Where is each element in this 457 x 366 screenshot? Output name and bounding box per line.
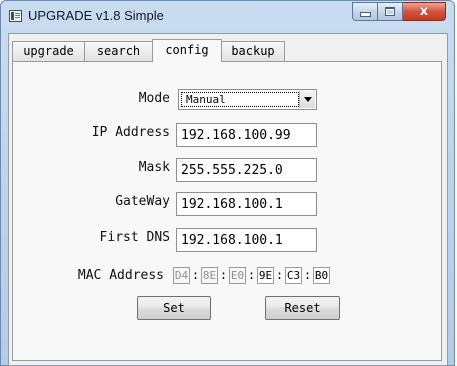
ip-address-label: IP Address bbox=[91, 125, 170, 140]
mac-octet-1: D4 bbox=[173, 267, 190, 284]
ip-address-input[interactable] bbox=[176, 123, 317, 147]
client-area: upgrade search config backup Mode Manual… bbox=[8, 33, 448, 366]
tab-config[interactable]: config bbox=[152, 39, 222, 62]
app-window: UPGRADE v1.8 Simple x upgrade search con… bbox=[0, 0, 455, 366]
reset-button[interactable]: Reset bbox=[265, 296, 340, 320]
mac-separator: : bbox=[275, 268, 284, 282]
close-button[interactable]: x bbox=[403, 2, 446, 21]
tab-backup[interactable]: backup bbox=[221, 41, 285, 61]
tab-upgrade[interactable]: upgrade bbox=[12, 41, 85, 61]
tab-search[interactable]: search bbox=[84, 41, 153, 61]
mac-address-fields: D4 : 8E : E0 : 9E : C3 : B0 bbox=[173, 267, 343, 284]
mask-input[interactable] bbox=[176, 158, 317, 182]
mac-octet-6[interactable]: B0 bbox=[313, 267, 330, 284]
mac-octet-3: E0 bbox=[229, 267, 246, 284]
mode-select[interactable]: Manual bbox=[178, 89, 317, 110]
mode-label: Mode bbox=[138, 91, 170, 106]
mac-separator: : bbox=[219, 268, 228, 282]
mac-separator: : bbox=[247, 268, 256, 282]
minimize-icon bbox=[359, 12, 371, 17]
mac-octet-2: 8E bbox=[201, 267, 218, 284]
app-icon[interactable] bbox=[9, 10, 22, 22]
first-dns-input[interactable] bbox=[176, 228, 317, 252]
mac-octet-5[interactable]: C3 bbox=[285, 267, 302, 284]
mode-select-value: Manual bbox=[181, 92, 299, 107]
mac-address-label: MAC Address bbox=[77, 268, 164, 283]
mac-octet-4[interactable]: 9E bbox=[257, 267, 274, 284]
dropdown-arrow-button[interactable] bbox=[299, 91, 315, 108]
gateway-input[interactable] bbox=[176, 192, 317, 216]
set-button[interactable]: Set bbox=[137, 296, 211, 320]
close-icon: x bbox=[419, 4, 429, 19]
config-panel: Mode Manual IP Address Mask GateWay Firs… bbox=[12, 61, 442, 361]
mask-label: Mask bbox=[138, 160, 170, 175]
first-dns-label: First DNS bbox=[99, 230, 170, 245]
caption-buttons: x bbox=[352, 2, 446, 21]
minimize-button[interactable] bbox=[352, 2, 378, 21]
chevron-down-icon bbox=[303, 97, 312, 102]
window-title: UPGRADE v1.8 Simple bbox=[28, 8, 164, 23]
mac-separator: : bbox=[191, 268, 200, 282]
title-bar[interactable]: UPGRADE v1.8 Simple x bbox=[1, 1, 454, 33]
gateway-label: GateWay bbox=[115, 194, 170, 209]
mac-separator: : bbox=[303, 268, 312, 282]
maximize-button[interactable] bbox=[378, 2, 403, 21]
maximize-icon bbox=[385, 7, 395, 16]
